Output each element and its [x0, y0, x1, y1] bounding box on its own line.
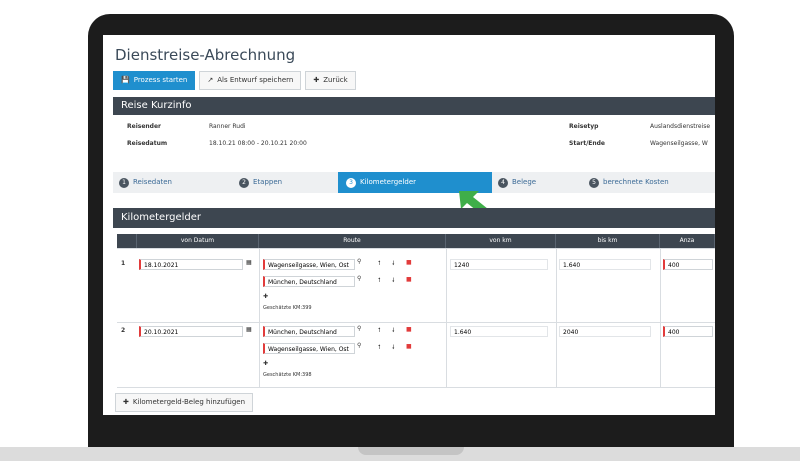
reisetyp-value: Auslandsdienstreise [650, 123, 711, 130]
section-header: Kilometergelder [113, 208, 715, 228]
pin-icon[interactable]: ⚲ [357, 325, 361, 332]
startende-label: Start/Ende [569, 140, 605, 147]
col-divider [660, 248, 661, 387]
route-input[interactable]: Wagenseilgasse, Wien, Ost [263, 259, 355, 270]
step-number: 5 [589, 177, 599, 188]
arrow-down-icon[interactable]: 🠗 [392, 326, 395, 336]
step-label: Reisedaten [133, 178, 172, 186]
column-header: bis km [556, 234, 660, 248]
row-number: 1 [121, 260, 126, 267]
info-reisetyp: Reisetyp [569, 123, 598, 130]
trash-icon[interactable]: ■ [406, 259, 412, 266]
pin-icon[interactable]: ⚲ [357, 342, 361, 349]
row-divider [117, 322, 715, 323]
step-number: 4 [498, 177, 508, 188]
arrow-up-icon[interactable]: 🠕 [378, 326, 381, 336]
arrow-up-icon[interactable]: 🠕 [378, 343, 381, 353]
arrow-up-icon[interactable]: 🠕 [378, 259, 381, 269]
step-label: Etappen [253, 178, 283, 186]
laptop-notch [358, 447, 464, 455]
col-divider [259, 248, 260, 387]
col-divider [556, 248, 557, 387]
col-divider [446, 248, 447, 387]
external-icon: ↗ [207, 76, 214, 84]
column-header: von Datum [137, 234, 259, 248]
startende-value: Wagenseilgasse, W [650, 140, 708, 147]
column-header: Anza [660, 234, 715, 248]
route-input[interactable]: Wagenseilgasse, Wien, Ost [263, 343, 355, 354]
date-input[interactable]: 20.10.2021 [139, 326, 243, 337]
trash-icon[interactable]: ■ [406, 343, 412, 350]
trash-icon[interactable]: ■ [406, 276, 412, 283]
info-reisedatum: Reisedatum [127, 140, 167, 147]
reisedatum-value: 18.10.21 08:00 - 20.10.21 20:00 [209, 140, 307, 147]
step-number: 2 [239, 177, 249, 188]
info-reisender: Reisender [127, 123, 161, 130]
plus-icon[interactable]: ✚ [263, 360, 268, 367]
step-number: 1 [119, 177, 129, 188]
add-km-receipt-button[interactable]: ✚ Kilometergeld-Beleg hinzufügen [115, 393, 254, 412]
pin-icon[interactable]: ⚲ [357, 275, 361, 282]
date-input[interactable]: 18.10.2021 [139, 259, 243, 270]
arrow-down-icon[interactable]: 🠗 [392, 276, 395, 286]
tab-berechnete-kosten[interactable]: 5 berechnete Kosten [589, 172, 669, 193]
arrow-down-icon[interactable]: 🠗 [392, 259, 395, 269]
anzahl-input[interactable]: 400 [663, 259, 713, 270]
step-label: Belege [512, 178, 537, 186]
tab-reisedaten[interactable]: 1 Reisedaten [119, 172, 172, 193]
plus-icon: ✚ [123, 398, 129, 406]
back-button[interactable]: ✚ Zurück [305, 71, 356, 90]
add-km-receipt-label: Kilometergeld-Beleg hinzufügen [132, 398, 246, 406]
row-divider [117, 387, 715, 388]
step-number: 3 [346, 177, 356, 188]
route-input[interactable]: München, Deutschland [263, 326, 355, 337]
plus-icon[interactable]: ✚ [263, 293, 268, 300]
save-icon: 💾 [121, 76, 130, 84]
route-input[interactable]: München, Deutschland [263, 276, 355, 287]
start-process-button[interactable]: 💾 Prozess starten [113, 71, 196, 90]
summary-header: Reise Kurzinfo [113, 97, 715, 115]
toolbar: 💾 Prozess starten ↗ Als Entwurf speicher… [113, 71, 356, 90]
arrow-up-icon[interactable]: 🠕 [378, 276, 381, 286]
step-label: berechnete Kosten [603, 178, 669, 186]
row-divider [117, 248, 715, 249]
screen: Dienstreise-Abrechnung 💾 Prozess starten… [103, 35, 715, 415]
bis-km-input[interactable]: 2040 [559, 326, 651, 337]
reisender-value: Ranner Rudi [209, 123, 246, 130]
page-title: Dienstreise-Abrechnung [115, 46, 296, 64]
tab-etappen[interactable]: 2 Etappen [239, 172, 282, 193]
estimated-km: Geschätzte KM:398 [263, 372, 312, 378]
calendar-icon[interactable]: ▦ [246, 259, 252, 266]
reisedatum-label: Reisedatum [127, 140, 168, 147]
info-startende: Start/Ende [569, 140, 605, 147]
step-tabs: 1 Reisedaten 2 Etappen 3 Kilometergelder… [113, 172, 715, 193]
save-draft-button[interactable]: ↗ Als Entwurf speichern [199, 71, 302, 90]
start-process-label: Prozess starten [133, 76, 188, 84]
column-header-index [117, 234, 137, 248]
column-header: Route [259, 234, 446, 248]
back-label: Zurück [323, 76, 348, 84]
arrow-left-icon: ✚ [313, 76, 320, 84]
save-draft-label: Als Entwurf speichern [217, 76, 294, 84]
pin-icon[interactable]: ⚲ [357, 258, 361, 265]
calendar-icon[interactable]: ▦ [246, 326, 252, 333]
column-header: von km [446, 234, 556, 248]
bis-km-input[interactable]: 1.640 [559, 259, 651, 270]
reisender-label: Reisender [127, 123, 161, 130]
von-km-input[interactable]: 1240 [450, 259, 548, 270]
reisetyp-label: Reisetyp [569, 123, 599, 130]
trash-icon[interactable]: ■ [406, 326, 412, 333]
step-label: Kilometergelder [360, 178, 417, 186]
von-km-input[interactable]: 1.640 [450, 326, 548, 337]
row-number: 2 [121, 327, 126, 334]
arrow-down-icon[interactable]: 🠗 [392, 343, 395, 353]
estimated-km: Geschätzte KM:399 [263, 305, 312, 311]
anzahl-input[interactable]: 400 [663, 326, 713, 337]
